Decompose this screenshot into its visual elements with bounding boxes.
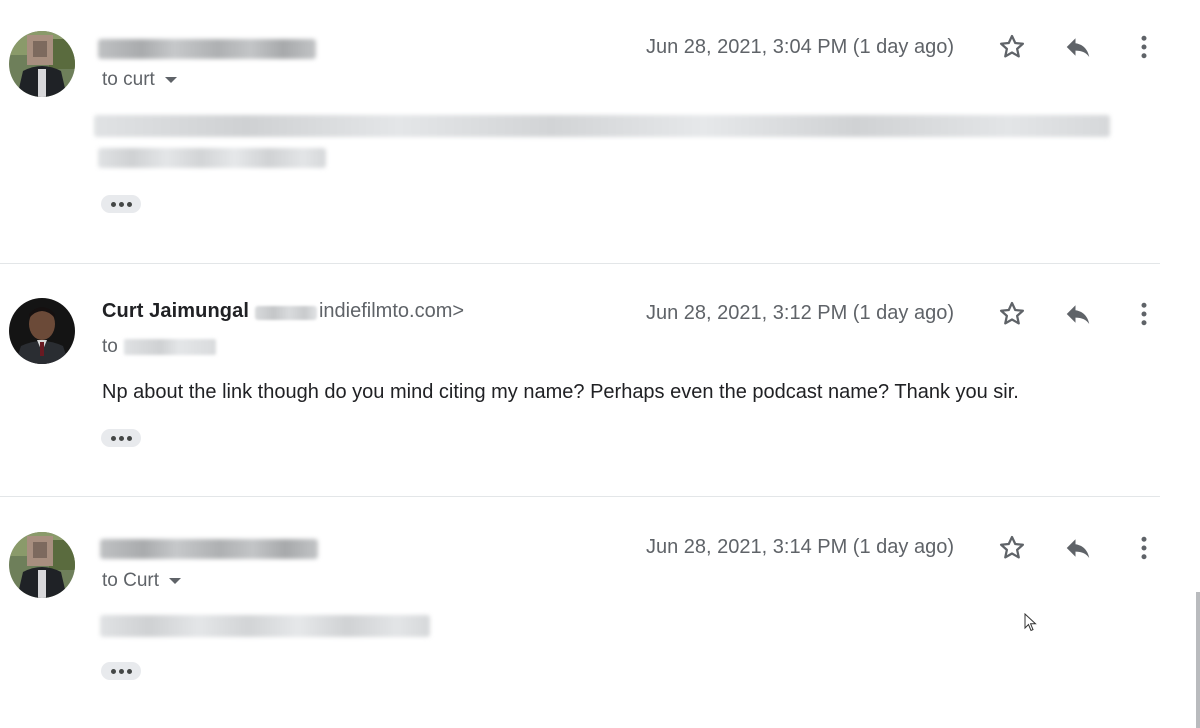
reply-icon [1066,305,1090,324]
reply-icon [1066,539,1090,558]
reply-button[interactable] [1060,29,1096,65]
recipient-label: to curt [102,69,155,90]
sender-email: indiefilmto.com> [318,300,465,322]
recipient-label: to Curt [102,570,160,591]
sender-name[interactable]: Curt Jaimungal [102,300,249,322]
show-trimmed-content-button[interactable] [101,195,141,213]
message-date: Jun 28, 2021, 3:12 PM (1 day ago) [646,302,954,324]
ellipsis-icon-dot [126,435,132,441]
more-vertical-icon [1141,35,1147,59]
message-3[interactable]: to Curt Jun 28, 2021, 3:14 PM (1 day ago… [0,497,1160,728]
scrollbar-thumb[interactable] [1196,592,1200,728]
ellipsis-icon-dot [118,201,124,207]
recipient-line[interactable]: to curt [102,69,177,91]
more-vertical-icon [1141,536,1147,560]
email-thread: to curt Jun 28, 2021, 3:04 PM (1 day ago… [0,0,1200,728]
recipient-line[interactable]: to [102,336,216,358]
recipient-redacted [123,338,216,355]
ellipsis-icon-dot [110,435,116,441]
caret-down-icon[interactable] [169,577,182,584]
message-snippet-redacted [100,615,430,637]
message-1[interactable]: to curt Jun 28, 2021, 3:04 PM (1 day ago… [0,0,1160,263]
recipient-line[interactable]: to Curt [102,570,182,592]
sender-avatar[interactable] [9,298,75,364]
message-2[interactable]: Curt Jaimungal indiefilmto.com> to Jun 28… [0,264,1160,496]
message-snippet-redacted [94,115,1110,137]
reply-button[interactable] [1060,296,1096,332]
ellipsis-icon-dot [126,201,132,207]
show-trimmed-content-button[interactable] [101,662,141,680]
caret-down-icon[interactable] [164,76,177,83]
more-options-button[interactable] [1126,530,1162,566]
show-trimmed-content-button[interactable] [101,429,141,447]
ellipsis-icon-dot [126,668,132,674]
star-outline-icon [1000,301,1024,325]
sender-email-redacted [254,305,317,320]
star-button[interactable] [994,29,1030,65]
message-date: Jun 28, 2021, 3:14 PM (1 day ago) [646,536,954,558]
reply-icon [1066,38,1090,57]
message-date: Jun 28, 2021, 3:04 PM (1 day ago) [646,36,954,58]
more-options-button[interactable] [1126,29,1162,65]
ellipsis-icon-dot [118,668,124,674]
recipient-label: to [102,336,118,357]
reply-button[interactable] [1060,530,1096,566]
message-snippet-redacted [98,148,326,168]
sender-avatar[interactable] [9,532,75,598]
more-vertical-icon [1141,302,1147,326]
more-options-button[interactable] [1126,296,1162,332]
message-body: Np about the link though do you mind cit… [102,381,1019,403]
sender-line: Curt Jaimungal indiefilmto.com> [102,300,464,328]
star-outline-icon [1000,535,1024,559]
sender-name-redacted [100,539,318,559]
ellipsis-icon-dot [110,668,116,674]
ellipsis-icon-dot [110,201,116,207]
sender-name-redacted [98,39,316,59]
sender-avatar[interactable] [9,31,75,97]
star-outline-icon [1000,34,1024,58]
mouse-pointer-icon [1024,613,1037,632]
star-button[interactable] [994,296,1030,332]
star-button[interactable] [994,530,1030,566]
ellipsis-icon-dot [118,435,124,441]
